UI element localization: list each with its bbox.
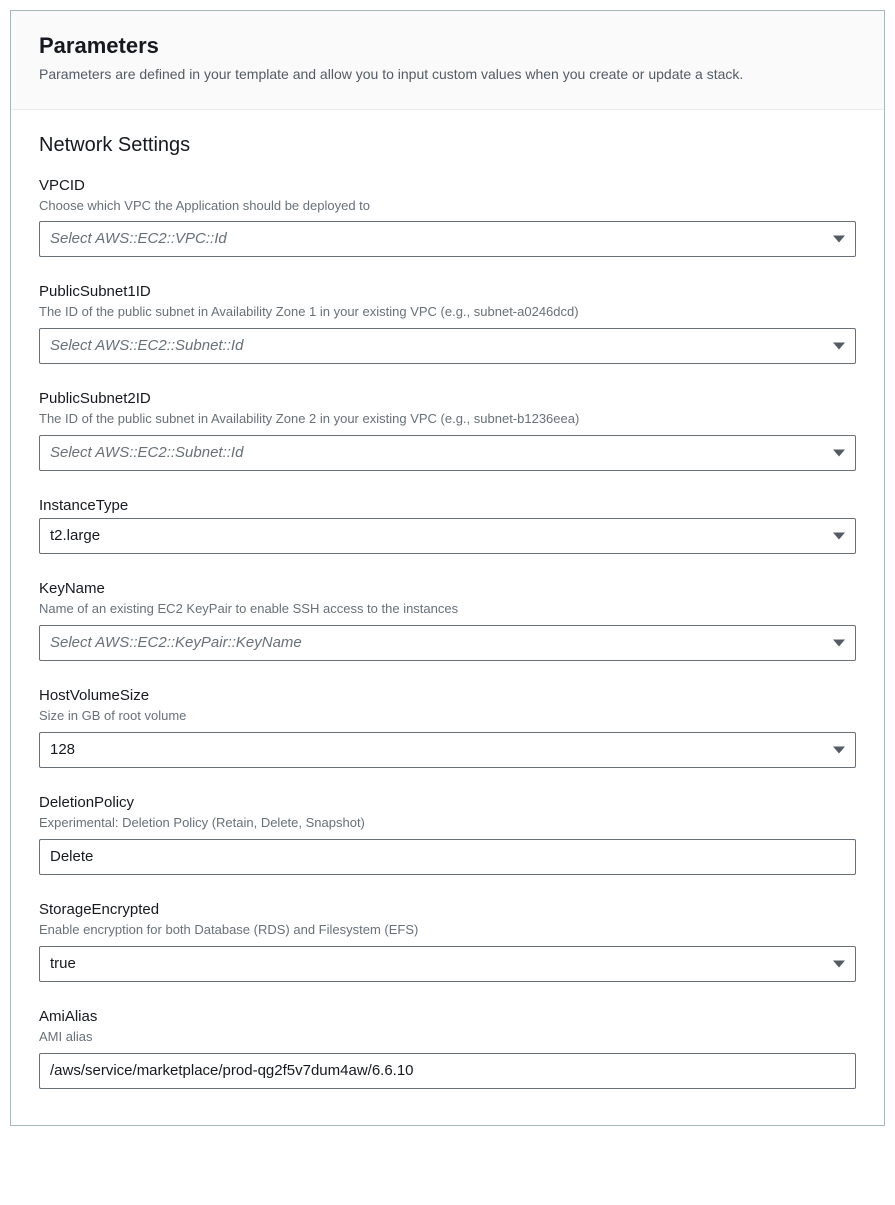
amialias-input[interactable] — [39, 1053, 856, 1089]
hostvolumesize-label: HostVolumeSize — [39, 687, 856, 704]
storageencrypted-label: StorageEncrypted — [39, 901, 856, 918]
deletionpolicy-description: Experimental: Deletion Policy (Retain, D… — [39, 815, 856, 832]
hostvolumesize-select[interactable]: 128 — [39, 732, 856, 768]
keyname-description: Name of an existing EC2 KeyPair to enabl… — [39, 601, 856, 618]
publicsubnet2id-label: PublicSubnet2ID — [39, 390, 856, 407]
keyname-label: KeyName — [39, 580, 856, 597]
vpcid-field: VPCID Choose which VPC the Application s… — [39, 177, 856, 258]
publicsubnet1id-label: PublicSubnet1ID — [39, 283, 856, 300]
parameters-container: Parameters Parameters are defined in you… — [10, 10, 885, 1126]
parameters-body: Network Settings VPCID Choose which VPC … — [11, 110, 884, 1125]
publicsubnet1id-description: The ID of the public subnet in Availabil… — [39, 304, 856, 321]
publicsubnet2id-field: PublicSubnet2ID The ID of the public sub… — [39, 390, 856, 471]
vpcid-select[interactable]: Select AWS::EC2::VPC::Id — [39, 221, 856, 257]
section-title: Network Settings — [39, 134, 856, 157]
publicsubnet2id-select[interactable]: Select AWS::EC2::Subnet::Id — [39, 435, 856, 471]
deletionpolicy-input[interactable] — [39, 839, 856, 875]
keyname-select[interactable]: Select AWS::EC2::KeyPair::KeyName — [39, 625, 856, 661]
instancetype-label: InstanceType — [39, 497, 856, 514]
hostvolumesize-field: HostVolumeSize Size in GB of root volume… — [39, 687, 856, 768]
instancetype-select[interactable]: t2.large — [39, 518, 856, 554]
publicsubnet1id-field: PublicSubnet1ID The ID of the public sub… — [39, 283, 856, 364]
amialias-description: AMI alias — [39, 1029, 856, 1046]
keyname-field: KeyName Name of an existing EC2 KeyPair … — [39, 580, 856, 661]
amialias-label: AmiAlias — [39, 1008, 856, 1025]
storageencrypted-field: StorageEncrypted Enable encryption for b… — [39, 901, 856, 982]
vpcid-description: Choose which VPC the Application should … — [39, 198, 856, 215]
amialias-field: AmiAlias AMI alias — [39, 1008, 856, 1089]
publicsubnet2id-description: The ID of the public subnet in Availabil… — [39, 411, 856, 428]
main-title: Parameters — [39, 33, 856, 59]
deletionpolicy-label: DeletionPolicy — [39, 794, 856, 811]
main-description: Parameters are defined in your template … — [39, 65, 856, 85]
hostvolumesize-description: Size in GB of root volume — [39, 708, 856, 725]
deletionpolicy-field: DeletionPolicy Experimental: Deletion Po… — [39, 794, 856, 875]
publicsubnet1id-select[interactable]: Select AWS::EC2::Subnet::Id — [39, 328, 856, 364]
instancetype-field: InstanceType t2.large — [39, 497, 856, 554]
storageencrypted-select[interactable]: true — [39, 946, 856, 982]
vpcid-label: VPCID — [39, 177, 856, 194]
storageencrypted-description: Enable encryption for both Database (RDS… — [39, 922, 856, 939]
parameters-header: Parameters Parameters are defined in you… — [11, 11, 884, 110]
